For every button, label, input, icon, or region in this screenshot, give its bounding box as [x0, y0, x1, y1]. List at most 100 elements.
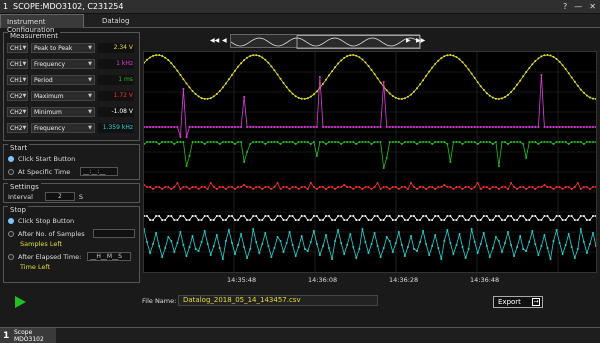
samples-field[interactable]	[92, 229, 135, 238]
interval-field[interactable]: 2	[44, 192, 75, 201]
trace-frequency-point	[143, 126, 145, 128]
close-icon[interactable]: ✕	[589, 2, 596, 11]
start-time-field[interactable]: __:__:__	[80, 167, 119, 176]
stop-elapsed-option[interactable]: After Elapsed Time: __H__M__S	[4, 250, 139, 263]
measurement-select[interactable]: Maximum ▼	[31, 91, 95, 101]
measurement-select[interactable]: Period ▼	[31, 75, 95, 85]
trace-period-point	[413, 141, 415, 143]
measurement-row: CH1 ▼ Period ▼ 1 ms	[4, 72, 139, 88]
trace-maximum-point	[322, 186, 324, 188]
last-icon[interactable]: ▶▶	[416, 37, 425, 44]
channel-select[interactable]: CH1 ▼	[7, 43, 28, 53]
next-icon[interactable]: ▶	[406, 37, 411, 44]
bottom-scope-tab[interactable]: 1 Scope MDO3102	[0, 328, 56, 343]
trace-ch2-frequency-point	[346, 244, 349, 246]
trace-period-point	[385, 157, 388, 159]
prev-icon[interactable]: ◀	[222, 37, 227, 44]
trace-maximum-point	[391, 186, 394, 188]
export-button[interactable]: Export →	[493, 296, 543, 308]
trace-maximum-point	[510, 182, 513, 184]
stop-title: Stop	[8, 206, 28, 214]
radio-stop-samples[interactable]	[8, 230, 14, 237]
radio-start-click[interactable]	[8, 155, 14, 162]
trace-ch2-frequency-point	[367, 252, 370, 254]
trace-period-point	[437, 141, 440, 143]
measurement-select[interactable]: Minimum ▼	[31, 107, 95, 117]
trace-minimum-point	[264, 215, 267, 217]
trace-minimum-point	[540, 219, 543, 221]
start-specific-time-option[interactable]: At Specific Time __:__:__	[4, 165, 139, 178]
trace-minimum-point	[373, 215, 376, 217]
timeline-overview[interactable]	[230, 34, 422, 49]
channel-select[interactable]: CH1 ▼	[7, 75, 28, 85]
trace-period-point	[473, 141, 476, 143]
trace-maximum-point	[491, 186, 494, 188]
measurement-select[interactable]: Frequency ▼	[31, 123, 95, 133]
trace-maximum-point	[270, 188, 273, 190]
trace-peak-to-peak-point	[340, 59, 343, 62]
channel-select[interactable]: CH1 ▼	[7, 59, 28, 69]
tab-instrument-configuration[interactable]: Instrument Configuration	[0, 14, 84, 34]
help-icon[interactable]: ?	[563, 2, 567, 11]
trace-frequency-point	[264, 126, 267, 128]
trace-frequency-point	[227, 126, 230, 128]
overview-window[interactable]	[296, 35, 421, 49]
trace-frequency-point	[325, 126, 327, 128]
trace-peak-to-peak-point	[431, 66, 434, 69]
radio-stop-elapsed[interactable]	[8, 253, 14, 260]
trace-maximum-point	[452, 188, 455, 190]
minimize-icon[interactable]: —	[574, 2, 582, 11]
start-click-button-option[interactable]: Click Start Button	[4, 152, 139, 165]
radio-start-specific[interactable]	[8, 168, 14, 175]
trace-period-point	[255, 141, 258, 143]
trace-minimum-point	[585, 219, 588, 221]
channel-select[interactable]: CH2 ▼	[7, 123, 28, 133]
trace-maximum-point	[434, 188, 437, 190]
trace-period-point	[440, 141, 443, 143]
trace-peak-to-peak-point	[595, 98, 597, 100]
trace-maximum-point	[315, 188, 318, 190]
trace-peak-to-peak-point	[155, 54, 158, 57]
measurement-row: CH2 ▼ Frequency ▼ 1.359 kHz	[4, 120, 139, 136]
trace-period-point	[376, 141, 379, 143]
trace-period-point	[379, 141, 382, 143]
measurement-select[interactable]: Frequency ▼	[31, 59, 95, 69]
trace-ch2-frequency-point	[564, 244, 567, 246]
trace-frequency-point	[576, 126, 579, 128]
overview-wave	[230, 35, 422, 49]
trace-peak-to-peak-point	[428, 70, 431, 73]
trace-peak-to-peak-point	[534, 60, 537, 62]
trace-peak-to-peak-point	[582, 91, 585, 94]
trace-maximum-point	[497, 188, 500, 190]
trace-ch2-frequency-point	[373, 232, 376, 234]
play-button[interactable]	[15, 296, 26, 308]
stop-samples-option[interactable]: After No. of Samples	[4, 227, 139, 240]
channel-select[interactable]: CH2 ▼	[7, 91, 28, 101]
trace-minimum-point	[231, 215, 233, 217]
chevron-down-icon: ▼	[88, 61, 92, 67]
first-icon[interactable]: ◀◀	[210, 37, 219, 44]
channel-select[interactable]: CH2 ▼	[7, 107, 28, 117]
trace-peak-to-peak-point	[455, 56, 458, 59]
trace-frequency-point	[588, 126, 591, 128]
tab-datalog[interactable]: Datalog	[96, 14, 135, 28]
radio-stop-click[interactable]	[8, 217, 14, 224]
trace-period-point	[322, 141, 324, 143]
trace-period-point	[555, 141, 558, 143]
trace-maximum-point	[282, 186, 285, 188]
measurement-value: 1.72 V	[98, 91, 134, 101]
trace-minimum-point	[221, 219, 224, 221]
trace-peak-to-peak-point	[501, 97, 503, 100]
trace-period-point	[552, 143, 555, 145]
chevron-down-icon: ▼	[22, 109, 27, 115]
trace-period-point	[497, 165, 500, 167]
trace-period-point	[564, 141, 567, 143]
trace-peak-to-peak-point	[176, 69, 179, 72]
measurement-select[interactable]: Peak to Peak ▼	[31, 43, 95, 53]
elapsed-field[interactable]: __H__M__S	[87, 252, 132, 261]
time-label-1: 14:35:48	[227, 276, 257, 284]
file-name-field[interactable]: Datalog_2018_05_14_143457.csv	[178, 295, 378, 306]
trace-period-point	[158, 143, 161, 145]
stop-click-button-option[interactable]: Click Stop Button	[4, 214, 139, 227]
trace-maximum-point	[595, 186, 597, 188]
